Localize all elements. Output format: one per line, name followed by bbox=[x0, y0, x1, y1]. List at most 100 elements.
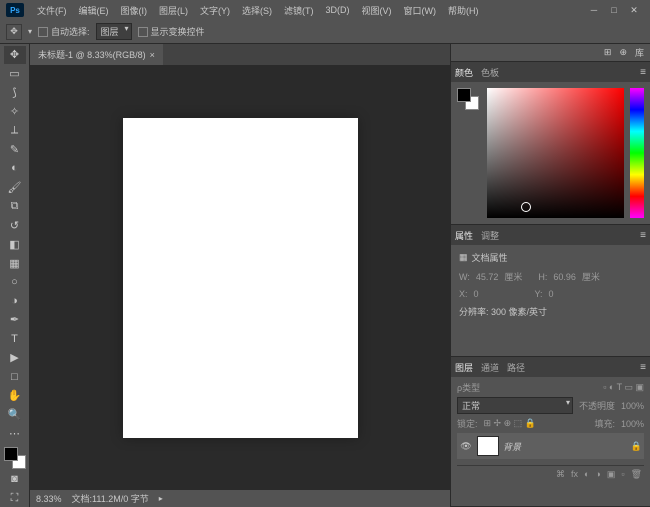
type-tool[interactable]: T bbox=[4, 330, 26, 348]
history-brush-tool[interactable]: ↺ bbox=[4, 216, 26, 234]
width-value[interactable]: 45.72 bbox=[476, 272, 499, 282]
menu-window[interactable]: 窗口(W) bbox=[399, 2, 442, 19]
gradient-tool[interactable]: ▦ bbox=[4, 254, 26, 272]
lock-label: 锁定: bbox=[457, 417, 478, 430]
tab-paths[interactable]: 路径 bbox=[507, 361, 525, 374]
menu-view[interactable]: 视图(V) bbox=[357, 2, 397, 19]
tab-color[interactable]: 颜色 bbox=[455, 66, 473, 79]
adjustment-layer-icon[interactable]: ◑ bbox=[595, 469, 600, 480]
auto-select-mode-dropdown[interactable]: 图层 bbox=[96, 23, 132, 40]
color-cursor-icon[interactable] bbox=[521, 202, 531, 212]
magic-wand-tool[interactable]: ✧ bbox=[4, 103, 26, 121]
layers-panel-menu-icon[interactable]: ≡ bbox=[640, 362, 646, 373]
maximize-icon[interactable]: □ bbox=[608, 4, 620, 16]
doc-info[interactable]: 文档:111.2M/0 字节 bbox=[72, 492, 149, 505]
layer-style-icon[interactable]: fx bbox=[571, 469, 578, 480]
edit-toolbar[interactable]: ⋯ bbox=[4, 424, 26, 442]
lasso-tool[interactable]: ⟆ bbox=[4, 84, 26, 102]
tab-properties[interactable]: 属性 bbox=[455, 229, 473, 242]
libraries-button[interactable]: 库 bbox=[635, 46, 644, 59]
properties-panel-menu-icon[interactable]: ≡ bbox=[640, 230, 646, 241]
document-tab-title: 未标题-1 @ 8.33%(RGB/8) bbox=[38, 48, 146, 61]
rectangle-tool[interactable]: □ bbox=[4, 368, 26, 386]
blend-mode-dropdown[interactable]: 正常 bbox=[457, 397, 573, 414]
foreground-background-swatch[interactable] bbox=[4, 447, 26, 469]
menu-help[interactable]: 帮助(H) bbox=[443, 2, 484, 19]
move-tool[interactable]: ✥ bbox=[4, 46, 26, 64]
close-tab-icon[interactable]: × bbox=[150, 50, 155, 60]
blur-tool[interactable]: ○ bbox=[4, 273, 26, 291]
auto-select-checkbox[interactable]: 自动选择: bbox=[38, 25, 90, 38]
marquee-tool[interactable]: ▭ bbox=[4, 65, 26, 83]
zoom-level[interactable]: 8.33% bbox=[36, 494, 62, 504]
new-layer-icon[interactable]: ▫ bbox=[621, 469, 624, 480]
document-canvas[interactable] bbox=[123, 118, 358, 438]
layer-mask-icon[interactable]: ◐ bbox=[584, 469, 589, 480]
tab-swatches[interactable]: 色板 bbox=[481, 66, 499, 79]
menu-filter[interactable]: 滤镜(T) bbox=[279, 2, 319, 19]
document-icon: ▦ bbox=[459, 252, 468, 263]
opacity-label: 不透明度 bbox=[579, 399, 615, 412]
color-field[interactable] bbox=[487, 88, 624, 218]
color-panel-fgbg[interactable] bbox=[457, 88, 479, 110]
foreground-color-swatch[interactable] bbox=[4, 447, 18, 461]
fill-label: 填充: bbox=[594, 417, 615, 430]
hue-slider[interactable] bbox=[630, 88, 644, 218]
hand-tool[interactable]: ✋ bbox=[4, 387, 26, 405]
healing-brush-tool[interactable]: ◐ bbox=[4, 160, 26, 178]
layer-row-background[interactable]: 👁 背景 🔒 bbox=[457, 433, 644, 459]
color-panel-menu-icon[interactable]: ≡ bbox=[640, 67, 646, 78]
path-selection-tool[interactable]: ▶ bbox=[4, 349, 26, 367]
layer-filter-label[interactable]: ρ类型 bbox=[457, 381, 480, 394]
eyedropper-tool[interactable]: ✎ bbox=[4, 141, 26, 159]
menu-select[interactable]: 选择(S) bbox=[237, 2, 277, 19]
pen-tool[interactable]: ✒ bbox=[4, 311, 26, 329]
layers-bottom-buttons: ⌘ fx ◐ ◑ ▣ ▫ 🗑 bbox=[457, 465, 644, 483]
app-logo: Ps bbox=[6, 3, 24, 17]
crop-tool[interactable]: ⟂ bbox=[4, 122, 26, 140]
auto-select-label: 自动选择: bbox=[51, 25, 90, 38]
screen-mode-tool[interactable]: ⛶ bbox=[4, 489, 26, 507]
tool-preset-picker[interactable]: ✥ bbox=[6, 24, 22, 40]
canvas-viewport[interactable] bbox=[30, 66, 450, 489]
eraser-tool[interactable]: ◧ bbox=[4, 235, 26, 253]
layer-name[interactable]: 背景 bbox=[503, 440, 627, 453]
brush-tool[interactable]: 🖌 bbox=[4, 178, 26, 196]
width-label: W: bbox=[459, 272, 470, 282]
options-bar: ✥ ▾ 自动选择: 图层 显示变换控件 bbox=[0, 20, 650, 44]
document-area: 未标题-1 @ 8.33%(RGB/8) × 8.33% 文档:111.2M/0… bbox=[30, 44, 450, 507]
clone-stamp-tool[interactable]: ⧉ bbox=[4, 197, 26, 215]
opacity-value[interactable]: 100% bbox=[621, 401, 644, 411]
dodge-tool[interactable]: ◑ bbox=[4, 292, 26, 310]
menu-type[interactable]: 文字(Y) bbox=[195, 2, 235, 19]
menu-file[interactable]: 文件(F) bbox=[32, 2, 72, 19]
properties-title: 文档属性 bbox=[472, 251, 508, 264]
menu-edit[interactable]: 编辑(E) bbox=[74, 2, 114, 19]
group-icon[interactable]: ▣ bbox=[607, 469, 616, 480]
tab-channels[interactable]: 通道 bbox=[481, 361, 499, 374]
layer-thumbnail[interactable] bbox=[477, 436, 499, 456]
tab-adjustments[interactable]: 调整 bbox=[481, 229, 499, 242]
delete-layer-icon[interactable]: 🗑 bbox=[631, 469, 642, 480]
lock-icon[interactable]: 🔒 bbox=[631, 441, 642, 452]
tab-layers[interactable]: 图层 bbox=[455, 361, 473, 374]
fill-value[interactable]: 100% bbox=[621, 419, 644, 429]
close-icon[interactable]: ✕ bbox=[628, 4, 640, 16]
quick-mask-tool[interactable]: ◙ bbox=[4, 470, 26, 488]
panel-dock: ⊞ ⊕ 库 颜色 色板 ≡ bbox=[450, 44, 650, 507]
zoom-tool[interactable]: 🔍 bbox=[4, 406, 26, 424]
show-transform-checkbox[interactable]: 显示变换控件 bbox=[138, 25, 205, 38]
layers-panel: 图层 通道 路径 ≡ ρ类型 ▫ ◐ T ▭ ▣ 正常 不透明度 100% 锁定… bbox=[451, 357, 650, 507]
y-value[interactable]: 0 bbox=[549, 289, 554, 299]
layer-visibility-icon[interactable]: 👁 bbox=[459, 441, 473, 452]
menu-image[interactable]: 图像(I) bbox=[116, 2, 153, 19]
document-tab[interactable]: 未标题-1 @ 8.33%(RGB/8) × bbox=[30, 44, 163, 65]
menu-3d[interactable]: 3D(D) bbox=[321, 3, 355, 17]
workspace-switcher-icon[interactable]: ⊞ bbox=[604, 47, 612, 58]
height-value[interactable]: 60.96 bbox=[553, 272, 576, 282]
minimize-icon[interactable]: ─ bbox=[588, 4, 600, 16]
link-layers-icon[interactable]: ⌘ bbox=[556, 469, 565, 480]
width-unit: 厘米 bbox=[504, 270, 522, 283]
x-value[interactable]: 0 bbox=[474, 289, 479, 299]
menu-layer[interactable]: 图层(L) bbox=[154, 2, 193, 19]
